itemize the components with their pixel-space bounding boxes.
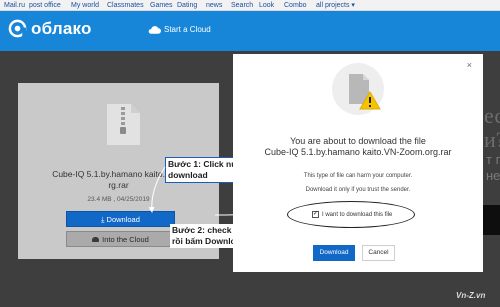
cloud-icon: [92, 237, 100, 242]
background-text-4: ненн: [486, 168, 500, 183]
topbar-link-news[interactable]: news: [206, 1, 222, 10]
dialog-warning: This type of file can harm your computer…: [303, 173, 413, 179]
into-cloud-label: Into the Cloud: [102, 235, 149, 244]
confirm-checkbox[interactable]: ✓: [312, 211, 319, 218]
into-cloud-button[interactable]: Into the Cloud: [66, 231, 175, 247]
dialog-trust-note: Download it only if you trust the sender…: [305, 187, 411, 193]
topbar-link-mailru[interactable]: Mail.ru: [4, 1, 25, 10]
portal-topbar: Mail.ru post office My world Classmates …: [0, 0, 500, 11]
download-icon: ⤓: [101, 215, 105, 224]
download-button[interactable]: ⤓ Download: [66, 211, 175, 227]
close-icon[interactable]: ×: [467, 60, 472, 70]
background-text-2: и?: [484, 127, 500, 152]
dialog-cancel-button[interactable]: Cancel: [362, 245, 395, 261]
topbar-link-search[interactable]: Search: [231, 1, 253, 10]
download-button-label: Download: [106, 215, 140, 224]
logo-text[interactable]: облако: [31, 20, 92, 38]
topbar-link-my-world[interactable]: My world: [71, 1, 99, 10]
site-header: облако Start a Cloud: [0, 11, 500, 51]
start-cloud-label: Start a Cloud: [164, 25, 211, 34]
annotation-step-1: Bước 1: Click nút download: [165, 157, 243, 183]
background-text-3: т па: [486, 152, 500, 167]
background-text-1: есь: [484, 103, 500, 128]
topbar-link-all-projects[interactable]: all projects ▾: [316, 1, 355, 10]
file-meta: 23.4 MB , 04/25/2019: [87, 196, 150, 203]
download-dialog: × You are about to download the file Cub…: [233, 54, 483, 272]
topbar-link-games[interactable]: Games: [150, 1, 173, 10]
topbar-link-post-office[interactable]: post office: [29, 1, 61, 10]
topbar-link-combo[interactable]: Combo: [284, 1, 307, 10]
confirm-checkbox-label[interactable]: I want to download this file: [322, 211, 392, 219]
topbar-link-classmates[interactable]: Classmates: [107, 1, 144, 10]
cloud-logo-icon[interactable]: [8, 19, 27, 38]
dialog-title: You are about to download the file Cube-…: [264, 136, 452, 157]
watermark: Vn-Z.vn: [456, 291, 486, 300]
dialog-download-button[interactable]: Download: [313, 245, 355, 261]
cloud-icon: [148, 26, 161, 34]
topbar-link-look[interactable]: Look: [259, 1, 274, 10]
zip-file-icon: [107, 104, 140, 145]
warning-file-icon: [332, 63, 384, 115]
annotation-step-1-text: Bước 1: Click nút download: [168, 159, 239, 180]
topbar-link-dating[interactable]: Dating: [177, 1, 197, 10]
